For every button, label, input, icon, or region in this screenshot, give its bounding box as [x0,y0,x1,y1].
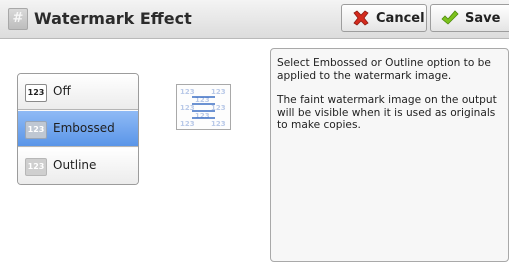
option-label: Off [53,84,71,98]
svg-text:123: 123 [211,120,226,128]
description-panel: Select Embossed or Outline option to be … [270,48,509,262]
description-text-2: The faint watermark image on the output … [277,94,497,131]
description-text-1: Select Embossed or Outline option to be … [277,57,491,82]
save-label: Save [465,11,501,26]
option-label: Embossed [53,121,115,135]
option-label: Outline [53,158,97,172]
save-button[interactable]: Save [430,4,509,32]
svg-text:123: 123 [211,88,226,96]
numbers-icon: 123 [25,84,47,102]
header-bar: # Watermark Effect Cancel Save [0,0,509,39]
svg-text:123: 123 [180,88,195,96]
cancel-label: Cancel [376,11,425,26]
page-symbol-icon: # [8,8,28,30]
numbers-icon: 123 [25,121,47,139]
option-embossed[interactable]: 123 Embossed [18,111,138,147]
watermark-effect-options: 123 Off 123 Embossed 123 Outline [17,73,139,185]
numbers-icon: 123 [25,158,47,176]
svg-text:123: 123 [195,112,210,120]
watermark-preview-icon: 123 123 123 123 123 123 123 123 [176,84,231,130]
option-off[interactable]: 123 Off [18,74,138,110]
svg-text:123: 123 [180,120,195,128]
checkmark-icon [441,10,459,25]
cancel-button[interactable]: Cancel [341,4,427,32]
x-icon [353,10,369,26]
option-outline[interactable]: 123 Outline [18,148,138,184]
page-title: Watermark Effect [34,9,192,28]
